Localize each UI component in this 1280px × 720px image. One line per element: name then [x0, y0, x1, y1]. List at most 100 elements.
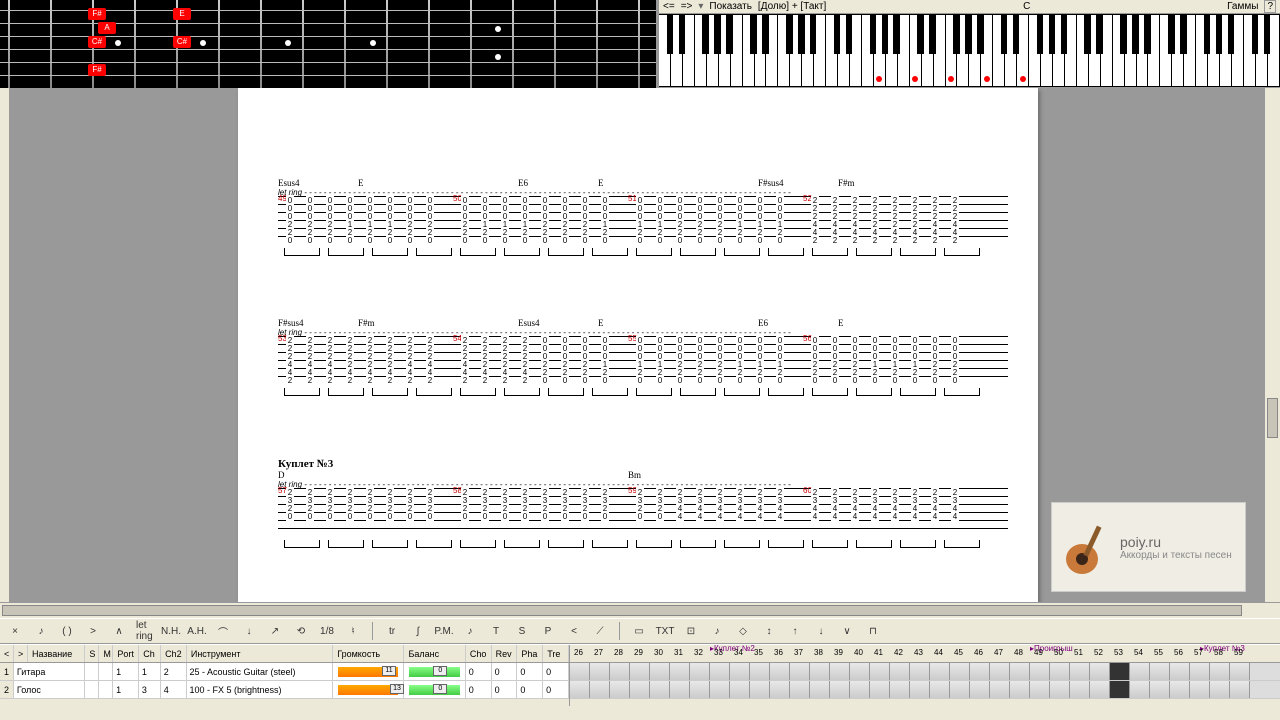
- black-key[interactable]: [1049, 15, 1056, 54]
- black-key[interactable]: [929, 15, 936, 54]
- black-key[interactable]: [1013, 15, 1020, 54]
- track-header-cell[interactable]: <: [0, 645, 14, 662]
- black-key[interactable]: [882, 15, 889, 54]
- black-key[interactable]: [1180, 15, 1187, 54]
- fret-note[interactable]: E: [173, 8, 191, 20]
- toolbar-button[interactable]: ↗: [266, 622, 284, 640]
- track-header-cell[interactable]: >: [14, 645, 28, 662]
- track-header-cell[interactable]: Ch: [139, 645, 161, 662]
- white-key[interactable]: [1244, 14, 1256, 87]
- timeline-bar[interactable]: [870, 663, 890, 680]
- toolbar-button[interactable]: ⌒: [214, 622, 232, 640]
- timeline-bar[interactable]: [1230, 663, 1250, 680]
- fret-note[interactable]: A: [98, 22, 116, 34]
- black-key[interactable]: [834, 15, 841, 54]
- track-header-cell[interactable]: Ch2: [161, 645, 187, 662]
- timeline-bar[interactable]: [810, 663, 830, 680]
- white-key[interactable]: [862, 14, 874, 87]
- toolbar-button[interactable]: ∨: [838, 622, 856, 640]
- black-key[interactable]: [1037, 15, 1044, 54]
- white-key[interactable]: [778, 14, 790, 87]
- track-row[interactable]: 1 Гитара 112 25 - Acoustic Guitar (steel…: [0, 663, 569, 681]
- black-key[interactable]: [1252, 15, 1259, 54]
- black-key[interactable]: [762, 15, 769, 54]
- timeline-bar[interactable]: [810, 681, 830, 698]
- toolbar-button[interactable]: ↕: [760, 622, 778, 640]
- fret-note[interactable]: F#: [88, 8, 106, 20]
- timeline-bar[interactable]: [770, 681, 790, 698]
- track-header-cell[interactable]: Баланс: [404, 645, 465, 662]
- track-header-cell[interactable]: Громкость: [333, 645, 404, 662]
- black-key[interactable]: [714, 15, 721, 54]
- timeline-bar[interactable]: [870, 681, 890, 698]
- track-header-cell[interactable]: Pha: [517, 645, 543, 662]
- timeline-bar[interactable]: [1110, 663, 1130, 680]
- kb-help[interactable]: ?: [1264, 0, 1276, 13]
- white-key[interactable]: [946, 14, 958, 87]
- toolbar-button[interactable]: tr: [383, 622, 401, 640]
- track-header-cell[interactable]: Инструмент: [187, 645, 333, 662]
- timeline-bar[interactable]: [1070, 681, 1090, 698]
- toolbar-button[interactable]: TXT: [656, 622, 674, 640]
- timeline-bar[interactable]: [610, 663, 630, 680]
- black-key[interactable]: [977, 15, 984, 54]
- timeline-bar[interactable]: [630, 681, 650, 698]
- kb-scales[interactable]: Гаммы: [1227, 1, 1258, 12]
- timeline-bar[interactable]: [1030, 663, 1050, 680]
- black-key[interactable]: [786, 15, 793, 54]
- black-key[interactable]: [1204, 15, 1211, 54]
- timeline-bar[interactable]: [670, 681, 690, 698]
- white-key[interactable]: [695, 14, 707, 87]
- scroll-thumb[interactable]: [1267, 398, 1278, 438]
- timeline[interactable]: Куплет №2ПроигрышКуплет №326272829303132…: [570, 645, 1280, 706]
- white-key[interactable]: [743, 14, 755, 87]
- timeline-bar[interactable]: [790, 663, 810, 680]
- track-header-cell[interactable]: M: [99, 645, 113, 662]
- white-key[interactable]: [659, 14, 671, 87]
- timeline-bar[interactable]: [990, 681, 1010, 698]
- track-header-cell[interactable]: Port: [113, 645, 139, 662]
- timeline-bar[interactable]: [650, 681, 670, 698]
- timeline-bar[interactable]: [1050, 663, 1070, 680]
- track-header-cell[interactable]: Tre: [543, 645, 569, 662]
- white-key[interactable]: [826, 14, 838, 87]
- black-key[interactable]: [798, 15, 805, 54]
- black-key[interactable]: [1061, 15, 1068, 54]
- toolbar-button[interactable]: ×: [6, 622, 24, 640]
- toolbar-button[interactable]: ∫: [409, 622, 427, 640]
- black-key[interactable]: [702, 15, 709, 54]
- black-key[interactable]: [965, 15, 972, 54]
- black-key[interactable]: [893, 15, 900, 54]
- timeline-bar[interactable]: [950, 663, 970, 680]
- toolbar-button[interactable]: ♪: [32, 622, 50, 640]
- fret-note[interactable]: C#: [173, 36, 191, 48]
- timeline-bar[interactable]: [950, 681, 970, 698]
- black-key[interactable]: [667, 15, 674, 54]
- timeline-bar[interactable]: [1130, 681, 1150, 698]
- toolbar-button[interactable]: P.M.: [435, 622, 453, 640]
- timeline-bar[interactable]: [1010, 681, 1030, 698]
- black-key[interactable]: [679, 15, 686, 54]
- toolbar-button[interactable]: S: [513, 622, 531, 640]
- kb-prev[interactable]: <=: [663, 1, 675, 12]
- timeline-bar[interactable]: [1110, 681, 1130, 698]
- toolbar-button[interactable]: ♪: [708, 622, 726, 640]
- toolbar-button[interactable]: ⟋: [591, 622, 609, 640]
- toolbar-button[interactable]: <: [565, 622, 583, 640]
- vertical-scrollbar[interactable]: [1264, 88, 1280, 602]
- timeline-bar[interactable]: [1170, 681, 1190, 698]
- black-key[interactable]: [1144, 15, 1151, 54]
- black-key[interactable]: [1096, 15, 1103, 54]
- timeline-bar[interactable]: [750, 663, 770, 680]
- black-key[interactable]: [1120, 15, 1127, 54]
- timeline-bar[interactable]: [610, 681, 630, 698]
- timeline-bar[interactable]: [710, 681, 730, 698]
- kb-key[interactable]: C: [1023, 1, 1030, 12]
- track-header-cell[interactable]: Название: [28, 645, 85, 662]
- timeline-bar[interactable]: [910, 663, 930, 680]
- timeline-bar[interactable]: [1090, 663, 1110, 680]
- timeline-bar[interactable]: [690, 663, 710, 680]
- toolbar-button[interactable]: ∧: [110, 622, 128, 640]
- timeline-bar[interactable]: [1190, 681, 1210, 698]
- black-key[interactable]: [870, 15, 877, 54]
